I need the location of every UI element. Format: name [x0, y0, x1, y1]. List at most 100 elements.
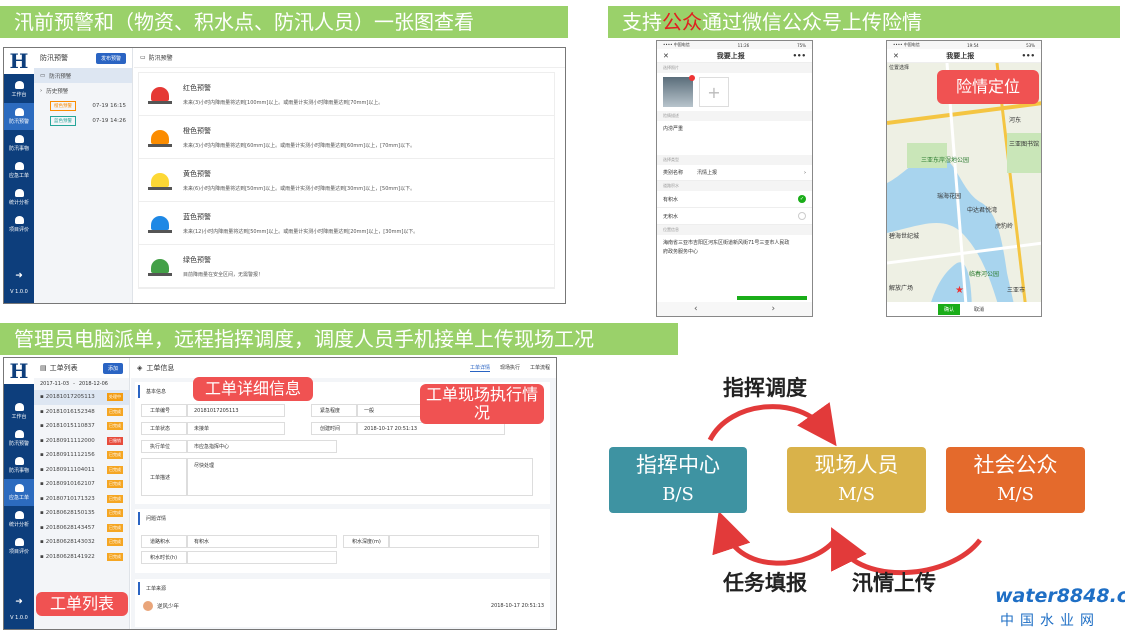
- status-badge: 已完成: [107, 451, 123, 460]
- field-label: 执行单位: [141, 440, 187, 453]
- nav-warning[interactable]: 防汛预警: [4, 103, 34, 130]
- nav-warning[interactable]: 防汛预警: [4, 425, 34, 452]
- depth-select[interactable]: [389, 535, 539, 548]
- status-field[interactable]: 未接单: [187, 422, 285, 435]
- order-row[interactable]: ▪ 20181017205113 处理中: [34, 390, 129, 405]
- photo-thumbnail[interactable]: [663, 75, 695, 107]
- content-tab[interactable]: ▭ 防汛预警: [134, 48, 565, 68]
- current-warning-item[interactable]: ▭ 防汛预警: [34, 68, 132, 83]
- user-name: 逆风少年: [157, 604, 180, 610]
- submit-button[interactable]: [737, 296, 807, 300]
- entry-time: 07-19 16:15: [92, 102, 126, 109]
- history-entry[interactable]: 蓝色预警 07-19 14:26: [34, 113, 132, 128]
- history-entry[interactable]: 橙色预警 07-19 16:15: [34, 98, 132, 113]
- map-place-label: 三亚市: [1007, 287, 1026, 294]
- order-id: 20180911104011: [45, 466, 95, 473]
- nav-orders[interactable]: 应急工单: [4, 479, 34, 506]
- warning-item[interactable]: 红色预警 未来(3)小时内降雨量将达到[100mm]以上。或雨量计实测小时降雨量达…: [139, 73, 554, 116]
- duration-select[interactable]: [187, 551, 337, 564]
- nav-label: 工作台: [11, 92, 27, 98]
- more-icon[interactable]: •••: [793, 52, 806, 60]
- order-row[interactable]: ▪ 20180911104011 已完成: [34, 463, 129, 478]
- order-row[interactable]: ▪ 20180710171323 已完成: [34, 492, 129, 507]
- nav-label: 应急工单: [8, 495, 29, 501]
- tab-detail[interactable]: 工单详情: [469, 364, 490, 372]
- delete-icon[interactable]: [689, 75, 695, 81]
- water-option-no[interactable]: 无积水: [657, 208, 812, 225]
- nav-evaluation[interactable]: 项目评价: [4, 211, 34, 238]
- warning-item[interactable]: 蓝色预警 未来(12)小时内降雨量将达到[50mm]以上。或雨量计实测小时降雨量达…: [139, 202, 554, 245]
- more-icon[interactable]: •••: [1022, 52, 1035, 60]
- nav-evaluation[interactable]: 项目评价: [4, 533, 34, 560]
- form-row: 积水时长(h): [135, 551, 550, 564]
- logout-icon[interactable]: ➜: [4, 597, 34, 607]
- water-select[interactable]: 有积水: [187, 535, 337, 548]
- status-badge: 已完成: [107, 407, 123, 416]
- order-row[interactable]: ▪ 20180910162107 已完成: [34, 477, 129, 492]
- cancel-button[interactable]: 取消: [968, 304, 990, 315]
- description-textarea[interactable]: 尽快处理: [187, 458, 533, 496]
- warning-item[interactable]: 橙色预警 未来(3)小时内降雨量将达到[60mm]以上。或雨量计实测小时降雨量达到…: [139, 116, 554, 159]
- order-row[interactable]: ▪ 20181016152348 已完成: [34, 405, 129, 420]
- back-icon[interactable]: ‹: [694, 304, 698, 314]
- order-number-field[interactable]: 20181017205113: [187, 404, 285, 417]
- order-icon: ▪: [40, 481, 44, 488]
- type-select[interactable]: 类别名称 汛情上报 ›: [657, 165, 812, 181]
- tab-execution[interactable]: 现场执行: [500, 364, 520, 372]
- node-title: 指挥中心: [636, 453, 720, 477]
- warning-desc: 未来(6)小时内降雨量将达到[50mm]以上。或雨量计实测小时降雨量达到[30m…: [183, 185, 416, 192]
- nav-label: 防汛预警: [8, 441, 29, 447]
- date-range[interactable]: 2017-11-03-2018-12-06: [34, 378, 129, 390]
- confirm-button[interactable]: 确认: [937, 303, 960, 315]
- order-row[interactable]: ▪ 20180911112156 已完成: [34, 448, 129, 463]
- nav-stats[interactable]: 统计分析: [4, 184, 34, 211]
- forward-icon[interactable]: ›: [771, 304, 775, 314]
- logout-icon[interactable]: ➜: [4, 271, 34, 281]
- status-badge: 已完成: [107, 509, 123, 518]
- warning-item[interactable]: 黄色预警 未来(6)小时内降雨量将达到[50mm]以上。或雨量计实测小时降雨量达到…: [139, 159, 554, 202]
- callout-detail: 工单详细信息: [193, 377, 313, 401]
- node-command-center: 指挥中心 B/S: [609, 447, 747, 513]
- tab-label: 防汛预警: [148, 55, 173, 62]
- water-option-yes[interactable]: 有积水 ✓: [657, 191, 812, 208]
- nav-affairs[interactable]: 防汛事物: [4, 452, 34, 479]
- map-place-label: 临春河公园: [969, 271, 1000, 278]
- warning-item[interactable]: 绿色预警 目前降雨量在安全区间，无需警报！: [139, 245, 554, 288]
- banner-text-pre: 支持: [622, 10, 662, 34]
- order-row[interactable]: ▪ 20180628150135 已完成: [34, 506, 129, 521]
- close-icon[interactable]: ✕: [663, 52, 669, 60]
- nav-affairs[interactable]: 防汛事物: [4, 130, 34, 157]
- document-icon: [14, 216, 24, 224]
- order-row[interactable]: ▪ 20180911112000 已撤销: [34, 434, 129, 449]
- add-order-button[interactable]: 添加: [102, 362, 123, 374]
- order-row[interactable]: ▪ 20180628143457 已完成: [34, 521, 129, 536]
- callout-execution: 工单现场执行情况: [420, 384, 544, 424]
- tab-flow[interactable]: 工单流程: [530, 364, 550, 372]
- unit-select[interactable]: 市应急指挥中心: [187, 440, 337, 453]
- order-row[interactable]: ▪ 20181015110837 已完成: [34, 419, 129, 434]
- close-icon[interactable]: ✕: [893, 52, 899, 60]
- banner-dispatch: 管理员电脑派单，远程指挥调度，调度人员手机接单上传现场工况: [0, 323, 678, 355]
- node-public: 社会公众 M/S: [946, 447, 1085, 513]
- order-list: ▪ 20181017205113 处理中 ▪ 20181016152348 已完成 ▪ 201…: [34, 390, 129, 564]
- source-user: 逆风少年: [143, 601, 179, 611]
- add-photo-button[interactable]: +: [699, 77, 729, 107]
- pie-icon: [14, 189, 24, 197]
- nav-workbench[interactable]: 工作台: [4, 76, 34, 103]
- warning-title: 橙色预警: [183, 126, 211, 135]
- order-id: 20180628141922: [45, 553, 95, 560]
- publish-warning-button[interactable]: 发布预警: [95, 52, 126, 64]
- order-row[interactable]: ▪ 20180628143032 已完成: [34, 535, 129, 550]
- map-place-label: 解放广场: [889, 285, 914, 292]
- description-input[interactable]: 内涝严重: [657, 121, 812, 155]
- order-icon: ▪: [40, 408, 44, 415]
- app-logo: H: [4, 48, 34, 76]
- sidebar: H 工作台 防汛预警 防汛事物 应急工单 统计分析 项目评价 ➜ V 1.0.0: [4, 48, 34, 303]
- order-row[interactable]: ▪ 20180628141922 已完成: [34, 550, 129, 565]
- nav-orders[interactable]: 应急工单: [4, 157, 34, 184]
- nav-workbench[interactable]: 工作台: [4, 398, 34, 425]
- history-warning-item[interactable]: › 历史预警: [34, 83, 132, 98]
- status-badge: 处理中: [107, 393, 123, 402]
- callout-location: 险情定位: [937, 70, 1039, 104]
- nav-stats[interactable]: 统计分析: [4, 506, 34, 533]
